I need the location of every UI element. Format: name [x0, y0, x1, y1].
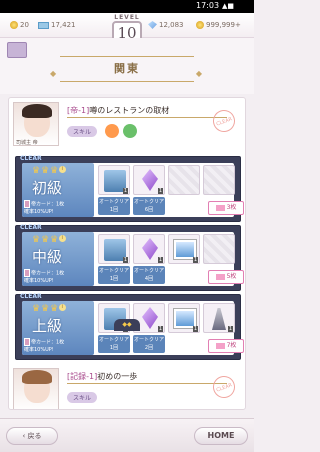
mission-item[interactable]: [記録-1]初めの一歩 スキル CLEAR [13, 368, 241, 409]
auto-clear-button[interactable]: オートクリア 1回 [98, 266, 130, 284]
reward-slot[interactable]: 1 [168, 234, 200, 264]
character-portrait [13, 368, 59, 409]
character-portrait: 司城主 帝 [13, 102, 59, 146]
mission-title: [帝-1]噂のレストランの取材 [67, 106, 170, 115]
ticket-icon [215, 204, 225, 211]
reward-slot[interactable]: 1 [98, 165, 130, 195]
back-button[interactable]: ‹ 戻る [6, 427, 58, 445]
home-button[interactable]: HOME [194, 427, 248, 445]
empty-slot [203, 165, 235, 195]
ticket-icon [215, 342, 225, 349]
book-icon[interactable] [7, 42, 27, 58]
ticket-counter: 17,421 [38, 19, 76, 31]
crown-icons: ♛♛♛ i [32, 235, 67, 245]
region-title: 関東 [50, 56, 204, 86]
collapse-handle[interactable]: ◆◆ [114, 319, 140, 331]
auto-clear-button[interactable]: オートクリア 2回 [133, 335, 165, 353]
reward-slot[interactable]: 1 [203, 303, 235, 333]
ticket-button[interactable]: 5枚 [208, 270, 244, 284]
auto-clear-button[interactable]: オートクリア 6回 [133, 197, 165, 215]
crystal-item-icon [142, 307, 158, 329]
card-icon [24, 200, 30, 208]
crown-icons: ♛♛♛ i [32, 166, 67, 176]
stamp-icon: CLEAR [209, 106, 239, 136]
auto-clear-button[interactable]: オートクリア 4回 [133, 266, 165, 284]
mission-title: [記録-1]初めの一歩 [67, 372, 138, 381]
ticket-icon [38, 21, 49, 29]
status-bar: 17:03 ▲■ [0, 0, 254, 13]
pen-item-icon [212, 308, 226, 330]
auto-clear-button[interactable]: オートクリア 1回 [98, 335, 130, 353]
ticket-icon [215, 273, 225, 280]
reward-slot[interactable]: 1 [98, 234, 130, 264]
empty-slot [203, 234, 235, 264]
mission-item[interactable]: 司城主 帝 [帝-1]噂のレストランの取材 スキル CLEAR [13, 102, 241, 150]
skill-label: スキル [67, 126, 98, 137]
mission-list[interactable]: 司城主 帝 [帝-1]噂のレストランの取材 スキル CLEAR CLEAR ♛♛… [8, 97, 246, 410]
skill-label: スキル [67, 392, 98, 403]
money-icon [196, 21, 204, 29]
grade-panel[interactable]: CLEAR ♛♛♛ i 中級 帝カード：1枚 確率10%UP! [20, 224, 94, 286]
card-icon [24, 338, 30, 346]
card-icon [24, 269, 30, 277]
grade-panel[interactable]: CLEAR ♛♛♛ i 初級 帝カード：1枚 確率10%UP! [20, 155, 94, 217]
reward-slot[interactable]: 1 [133, 165, 165, 195]
empty-slot [168, 165, 200, 195]
money-counter: 999,999+ [196, 19, 241, 31]
coin-counter: 20 [10, 19, 29, 31]
ticket-button[interactable]: 7枚 [208, 339, 244, 353]
reward-slot[interactable]: 1 [133, 234, 165, 264]
crown-icons: ♛♛♛ i [32, 304, 67, 314]
system-icons: ▲■ [222, 2, 234, 10]
crystal-item-icon [142, 169, 158, 191]
stamp-icon: CLEAR [209, 372, 239, 402]
bottom-bar: ‹ 戻る HOME [0, 418, 254, 452]
grade-row-beginner[interactable]: CLEAR ♛♛♛ i 初級 帝カード：1枚 確率10%UP! 1 1 オートクリア… [15, 155, 244, 222]
clock: 17:03 [196, 1, 220, 10]
ticket-button[interactable]: 3枚 [208, 201, 244, 215]
coin-icon [10, 21, 18, 29]
crystal-item-icon [142, 238, 158, 260]
grade-row-intermediate[interactable]: CLEAR ♛♛♛ i 中級 帝カード：1枚 確率10%UP! 1 1 1 オートク… [15, 224, 244, 291]
auto-clear-button[interactable]: オートクリア 1回 [98, 197, 130, 215]
skill-icon [105, 124, 119, 138]
gem-counter: 12,083 [148, 19, 184, 31]
skill-icon [123, 124, 137, 138]
grade-panel[interactable]: CLEAR ♛♛♛ i 上級 帝カード：1枚 確率10%UP! [20, 293, 94, 355]
reward-slot[interactable]: 1 [168, 303, 200, 333]
